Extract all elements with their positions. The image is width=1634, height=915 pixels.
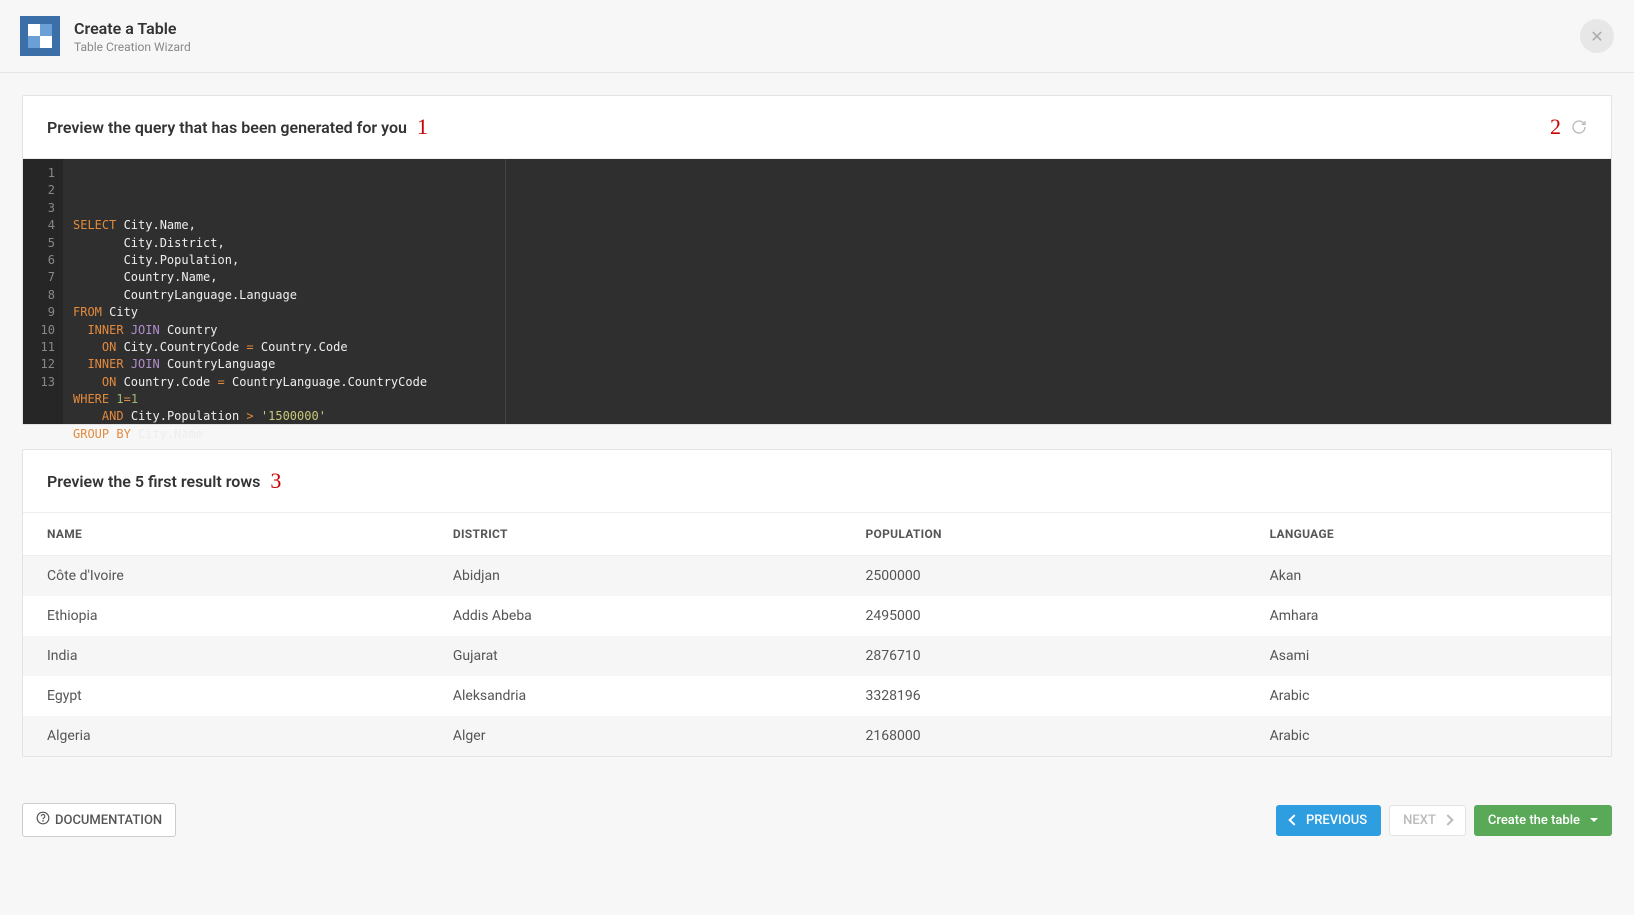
close-button[interactable]: ✕ <box>1580 19 1614 53</box>
col-population: POPULATION <box>842 513 1246 556</box>
cell-population: 2168000 <box>842 716 1246 756</box>
cell-population: 3328196 <box>842 676 1246 716</box>
line-number: 5 <box>37 235 55 252</box>
app-logo <box>20 16 60 56</box>
line-number-gutter: 12345678910111213 <box>23 159 63 424</box>
line-number: 10 <box>37 322 55 339</box>
code-line: WHERE 1=1 <box>73 391 1601 408</box>
line-number: 7 <box>37 269 55 286</box>
line-number: 3 <box>37 200 55 217</box>
cell-name: Algeria <box>23 716 429 756</box>
table-row: AlgeriaAlger2168000Arabic <box>23 716 1611 756</box>
previous-button[interactable]: PREVIOUS <box>1276 805 1381 836</box>
cell-population: 2495000 <box>842 596 1246 636</box>
cell-language: Akan <box>1246 556 1611 597</box>
code-ruler <box>505 159 506 424</box>
table-row: IndiaGujarat2876710Asami <box>23 636 1611 676</box>
next-button: NEXT <box>1389 805 1466 836</box>
annotation-1: 1 <box>417 114 428 140</box>
cell-name: Egypt <box>23 676 429 716</box>
wizard-footer: DOCUMENTATION PREVIOUS NEXT Create the t… <box>0 803 1634 859</box>
create-table-button[interactable]: Create the table <box>1474 805 1612 836</box>
line-number: 9 <box>37 304 55 321</box>
sql-editor[interactable]: 12345678910111213 SELECT City.Name, City… <box>23 159 1611 424</box>
code-line: INNER JOIN CountryLanguage <box>73 356 1601 373</box>
code-line: FROM City <box>73 304 1601 321</box>
annotation-2: 2 <box>1550 114 1561 140</box>
code-line: Country.Name, <box>73 269 1601 286</box>
header-text: Create a Table Table Creation Wizard <box>74 19 191 54</box>
page-subtitle: Table Creation Wizard <box>74 40 191 54</box>
line-number: 12 <box>37 356 55 373</box>
cell-district: Gujarat <box>429 636 842 676</box>
line-number: 4 <box>37 217 55 234</box>
help-icon <box>36 811 50 829</box>
query-preview-panel: Preview the query that has been generate… <box>22 95 1612 425</box>
code-line: City.Population, <box>73 252 1601 269</box>
col-language: LANGUAGE <box>1246 513 1611 556</box>
line-number: 1 <box>37 165 55 182</box>
code-line: AND City.Population > '1500000' <box>73 408 1601 425</box>
code-line: ON Country.Code = CountryLanguage.Countr… <box>73 374 1601 391</box>
refresh-icon[interactable] <box>1571 119 1587 135</box>
code-line: City.District, <box>73 235 1601 252</box>
documentation-label: DOCUMENTATION <box>55 813 162 828</box>
cell-language: Asami <box>1246 636 1611 676</box>
line-number: 11 <box>37 339 55 356</box>
results-table: NAME DISTRICT POPULATION LANGUAGE Côte d… <box>23 513 1611 756</box>
table-header-row: NAME DISTRICT POPULATION LANGUAGE <box>23 513 1611 556</box>
cell-language: Arabic <box>1246 716 1611 756</box>
col-district: DISTRICT <box>429 513 842 556</box>
results-preview-panel: Preview the 5 first result rows 3 NAME D… <box>22 449 1612 757</box>
annotation-3: 3 <box>270 468 281 494</box>
page-title: Create a Table <box>74 19 191 38</box>
code-line: ON City.CountryCode = Country.Code <box>73 339 1601 356</box>
previous-label: PREVIOUS <box>1306 813 1367 828</box>
documentation-button[interactable]: DOCUMENTATION <box>22 803 176 837</box>
results-panel-header: Preview the 5 first result rows 3 <box>23 450 1611 513</box>
close-icon: ✕ <box>1590 27 1603 46</box>
cell-district: Aleksandria <box>429 676 842 716</box>
create-table-label: Create the table <box>1488 813 1580 828</box>
line-number: 2 <box>37 182 55 199</box>
line-number: 13 <box>37 374 55 391</box>
cell-language: Arabic <box>1246 676 1611 716</box>
table-row: Côte d'IvoireAbidjan2500000Akan <box>23 556 1611 597</box>
cell-name: Ethiopia <box>23 596 429 636</box>
code-body[interactable]: SELECT City.Name, City.District, City.Po… <box>63 159 1611 424</box>
table-row: EthiopiaAddis Abeba2495000Amhara <box>23 596 1611 636</box>
query-panel-title: Preview the query that has been generate… <box>47 118 407 137</box>
cell-district: Alger <box>429 716 842 756</box>
table-row: EgyptAleksandria3328196Arabic <box>23 676 1611 716</box>
next-label: NEXT <box>1403 813 1436 828</box>
code-line: INNER JOIN Country <box>73 322 1601 339</box>
line-number: 8 <box>37 287 55 304</box>
code-line: SELECT City.Name, <box>73 217 1601 234</box>
cell-name: India <box>23 636 429 676</box>
line-number: 6 <box>37 252 55 269</box>
cell-district: Addis Abeba <box>429 596 842 636</box>
code-line: CountryLanguage.Language <box>73 287 1601 304</box>
cell-district: Abidjan <box>429 556 842 597</box>
cell-name: Côte d'Ivoire <box>23 556 429 597</box>
results-panel-title: Preview the 5 first result rows <box>47 472 260 491</box>
code-line: GROUP BY City.Name <box>73 426 1601 443</box>
query-panel-header: Preview the query that has been generate… <box>23 96 1611 159</box>
wizard-header: Create a Table Table Creation Wizard ✕ <box>0 0 1634 73</box>
cell-population: 2500000 <box>842 556 1246 597</box>
cell-language: Amhara <box>1246 596 1611 636</box>
cell-population: 2876710 <box>842 636 1246 676</box>
col-name: NAME <box>23 513 429 556</box>
